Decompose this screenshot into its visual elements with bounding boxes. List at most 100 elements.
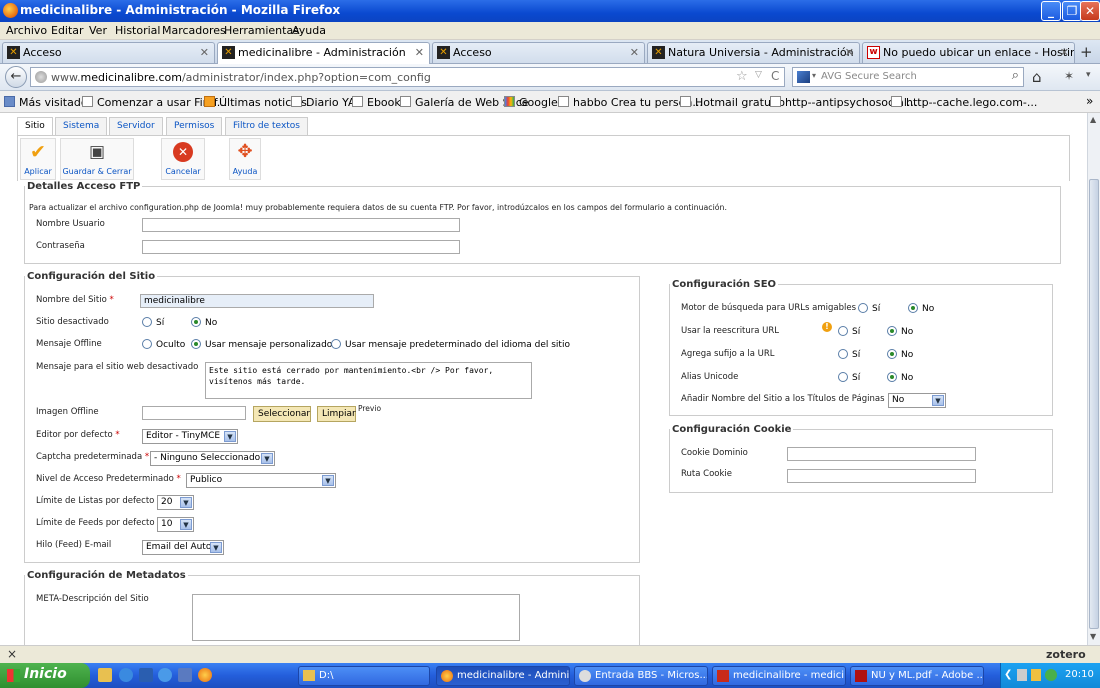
task-filezilla[interactable]: medicinalibre - medici... bbox=[712, 666, 846, 686]
tab-medicinalibre[interactable]: ✕ medicinalibre - Administración ✕ bbox=[217, 42, 430, 64]
sitename-title-select[interactable]: No ▼ bbox=[888, 393, 946, 408]
offline-default-radio[interactable]: Usar mensaje predeterminado del idioma d… bbox=[331, 339, 570, 350]
offline-image-input[interactable] bbox=[142, 406, 246, 420]
close-tab-icon[interactable]: ✕ bbox=[630, 46, 639, 59]
task-adobe[interactable]: NU y ML.pdf - Adobe ... bbox=[850, 666, 984, 686]
network-icon[interactable] bbox=[1017, 669, 1027, 681]
menu-ayuda[interactable]: Ayuda bbox=[292, 24, 326, 37]
tab-servidor[interactable]: Servidor bbox=[109, 117, 163, 135]
word-icon[interactable] bbox=[139, 668, 153, 682]
back-button[interactable]: ← bbox=[5, 66, 27, 88]
desktop-icon[interactable] bbox=[178, 668, 192, 682]
sef-no-radio[interactable]: No bbox=[908, 303, 934, 314]
ftp-password-input[interactable] bbox=[142, 240, 460, 254]
ie-icon[interactable] bbox=[119, 668, 133, 682]
tray-expand-icon[interactable]: ❮ bbox=[1004, 669, 1012, 680]
bookmark-item[interactable]: Diario YA bbox=[291, 96, 355, 109]
bookmark-item[interactable]: Ebook bbox=[352, 96, 401, 109]
unicode-no-radio[interactable]: No bbox=[887, 372, 913, 383]
star-icon[interactable]: ☆ bbox=[736, 69, 748, 84]
url-bar[interactable]: www.medicinalibre.com/administrator/inde… bbox=[30, 67, 785, 87]
feed-email-select[interactable]: Email del Autor ▼ bbox=[142, 540, 224, 555]
reload-icon[interactable]: C bbox=[771, 69, 779, 83]
site-name-input[interactable]: medicinalibre bbox=[140, 294, 374, 308]
close-tab-icon[interactable]: ✕ bbox=[1060, 46, 1069, 59]
maximize-button[interactable]: ❐ bbox=[1062, 1, 1082, 21]
overflow-icon[interactable]: ▾ bbox=[1086, 70, 1091, 80]
vertical-scrollbar[interactable]: ▲ ▼ bbox=[1087, 113, 1100, 645]
menu-herramientas[interactable]: Herramientas bbox=[224, 24, 299, 37]
home-icon[interactable]: ⌂ bbox=[1032, 68, 1042, 86]
clear-image-button[interactable]: Limpiar bbox=[317, 406, 356, 422]
new-tab-button[interactable]: + bbox=[1080, 43, 1093, 61]
bookmarks-overflow-icon[interactable]: » bbox=[1086, 94, 1093, 108]
tab-sistema[interactable]: Sistema bbox=[55, 117, 108, 135]
scroll-down-icon[interactable]: ▼ bbox=[1090, 632, 1096, 641]
suffix-no-radio[interactable]: No bbox=[887, 349, 913, 360]
search-icon[interactable]: ⌕ bbox=[1012, 68, 1019, 83]
task-d-drive[interactable]: D:\ bbox=[298, 666, 430, 686]
offline-hidden-radio[interactable]: Oculto bbox=[142, 339, 185, 350]
close-tab-icon[interactable]: ✕ bbox=[415, 46, 424, 59]
editor-select[interactable]: Editor - TinyMCE ▼ bbox=[142, 429, 238, 444]
outlook-icon[interactable] bbox=[158, 668, 172, 682]
task-firefox[interactable]: medicinalibre - Admini... bbox=[436, 666, 570, 686]
antivirus-icon[interactable] bbox=[1045, 669, 1057, 681]
tab-acceso-1[interactable]: ✕ Acceso ✕ bbox=[2, 42, 215, 63]
tab-sitio[interactable]: Sitio bbox=[17, 117, 53, 135]
offline-no-radio[interactable]: No bbox=[191, 317, 217, 328]
tab-permisos[interactable]: Permisos bbox=[166, 117, 223, 135]
suffix-yes-radio[interactable]: Sí bbox=[838, 349, 860, 360]
close-button[interactable]: ✕ bbox=[1080, 1, 1100, 21]
close-addon-bar-icon[interactable]: × bbox=[7, 647, 17, 661]
access-level-select[interactable]: Publico ▼ bbox=[186, 473, 336, 488]
dropdown-icon[interactable]: ▽ bbox=[755, 70, 762, 80]
cookie-path-input[interactable] bbox=[787, 469, 976, 483]
select-image-button[interactable]: Seleccionar bbox=[253, 406, 311, 422]
minimize-button[interactable]: _ bbox=[1041, 1, 1061, 21]
feed-limit-select[interactable]: 10 ▼ bbox=[157, 517, 194, 532]
save-close-button[interactable]: ▣ Guardar & Cerrar bbox=[60, 138, 134, 180]
bookmark-item[interactable]: http--cache.lego.com-... bbox=[891, 96, 1037, 109]
scrollbar-thumb[interactable] bbox=[1089, 179, 1099, 629]
tab-hosting[interactable]: w No puedo ubicar un enlace - Hosting Jo… bbox=[862, 42, 1075, 63]
tab-acceso-2[interactable]: ✕ Acceso ✕ bbox=[432, 42, 645, 63]
menu-historial[interactable]: Historial bbox=[115, 24, 160, 37]
offline-custom-radio[interactable]: Usar mensaje personalizado bbox=[191, 339, 332, 350]
menu-marcadores[interactable]: Marcadores bbox=[162, 24, 226, 37]
folder-icon[interactable] bbox=[98, 668, 112, 682]
rewrite-no-radio[interactable]: No bbox=[887, 326, 913, 337]
sef-yes-radio[interactable]: Sí bbox=[858, 303, 880, 314]
tab-natura-universia[interactable]: ✕ Natura Universia - Administración ✕ bbox=[647, 42, 860, 63]
cancel-button[interactable]: ✕ Cancelar bbox=[161, 138, 205, 180]
unicode-yes-radio[interactable]: Sí bbox=[838, 372, 860, 383]
meta-description-textarea[interactable] bbox=[192, 594, 520, 641]
tab-label: Natura Universia - Administración bbox=[668, 46, 854, 59]
menu-archivo[interactable]: Archivo bbox=[6, 24, 47, 37]
offline-yes-radio[interactable]: Sí bbox=[142, 317, 164, 328]
bookmark-item[interactable]: Más visitados bbox=[4, 96, 93, 109]
offline-message-label: Mensaje Offline bbox=[36, 339, 102, 349]
close-tab-icon[interactable]: ✕ bbox=[200, 46, 209, 59]
ftp-user-input[interactable] bbox=[142, 218, 460, 232]
task-outlook[interactable]: Entrada BBS - Micros... bbox=[574, 666, 708, 686]
cookie-domain-input[interactable] bbox=[787, 447, 976, 461]
help-button[interactable]: ✥ Ayuda bbox=[229, 138, 261, 180]
scroll-up-icon[interactable]: ▲ bbox=[1090, 115, 1096, 124]
search-box[interactable]: ▾ AVG Secure Search ⌕ bbox=[792, 67, 1024, 87]
rewrite-yes-radio[interactable]: Sí bbox=[838, 326, 860, 337]
menu-editar[interactable]: Editar bbox=[51, 24, 84, 37]
offline-text-textarea[interactable]: Este sitio está cerrado por mantenimient… bbox=[205, 362, 532, 399]
list-limit-select[interactable]: 20 ▼ bbox=[157, 495, 194, 510]
volume-icon[interactable] bbox=[1031, 669, 1041, 681]
zotero-button[interactable]: zotero bbox=[1046, 648, 1086, 661]
tab-filtro-textos[interactable]: Filtro de textos bbox=[225, 117, 308, 135]
close-tab-icon[interactable]: ✕ bbox=[845, 46, 854, 59]
firefox-quicklaunch-icon[interactable] bbox=[198, 668, 212, 682]
captcha-select[interactable]: - Ninguno Seleccionado - ▼ bbox=[150, 451, 275, 466]
bookmark-item[interactable]: Google bbox=[504, 96, 558, 109]
apply-button[interactable]: ✔ Aplicar bbox=[20, 138, 56, 180]
addon-icon[interactable]: ✶ bbox=[1064, 69, 1074, 83]
start-button[interactable]: Inicio bbox=[0, 663, 90, 688]
menu-ver[interactable]: Ver bbox=[89, 24, 107, 37]
